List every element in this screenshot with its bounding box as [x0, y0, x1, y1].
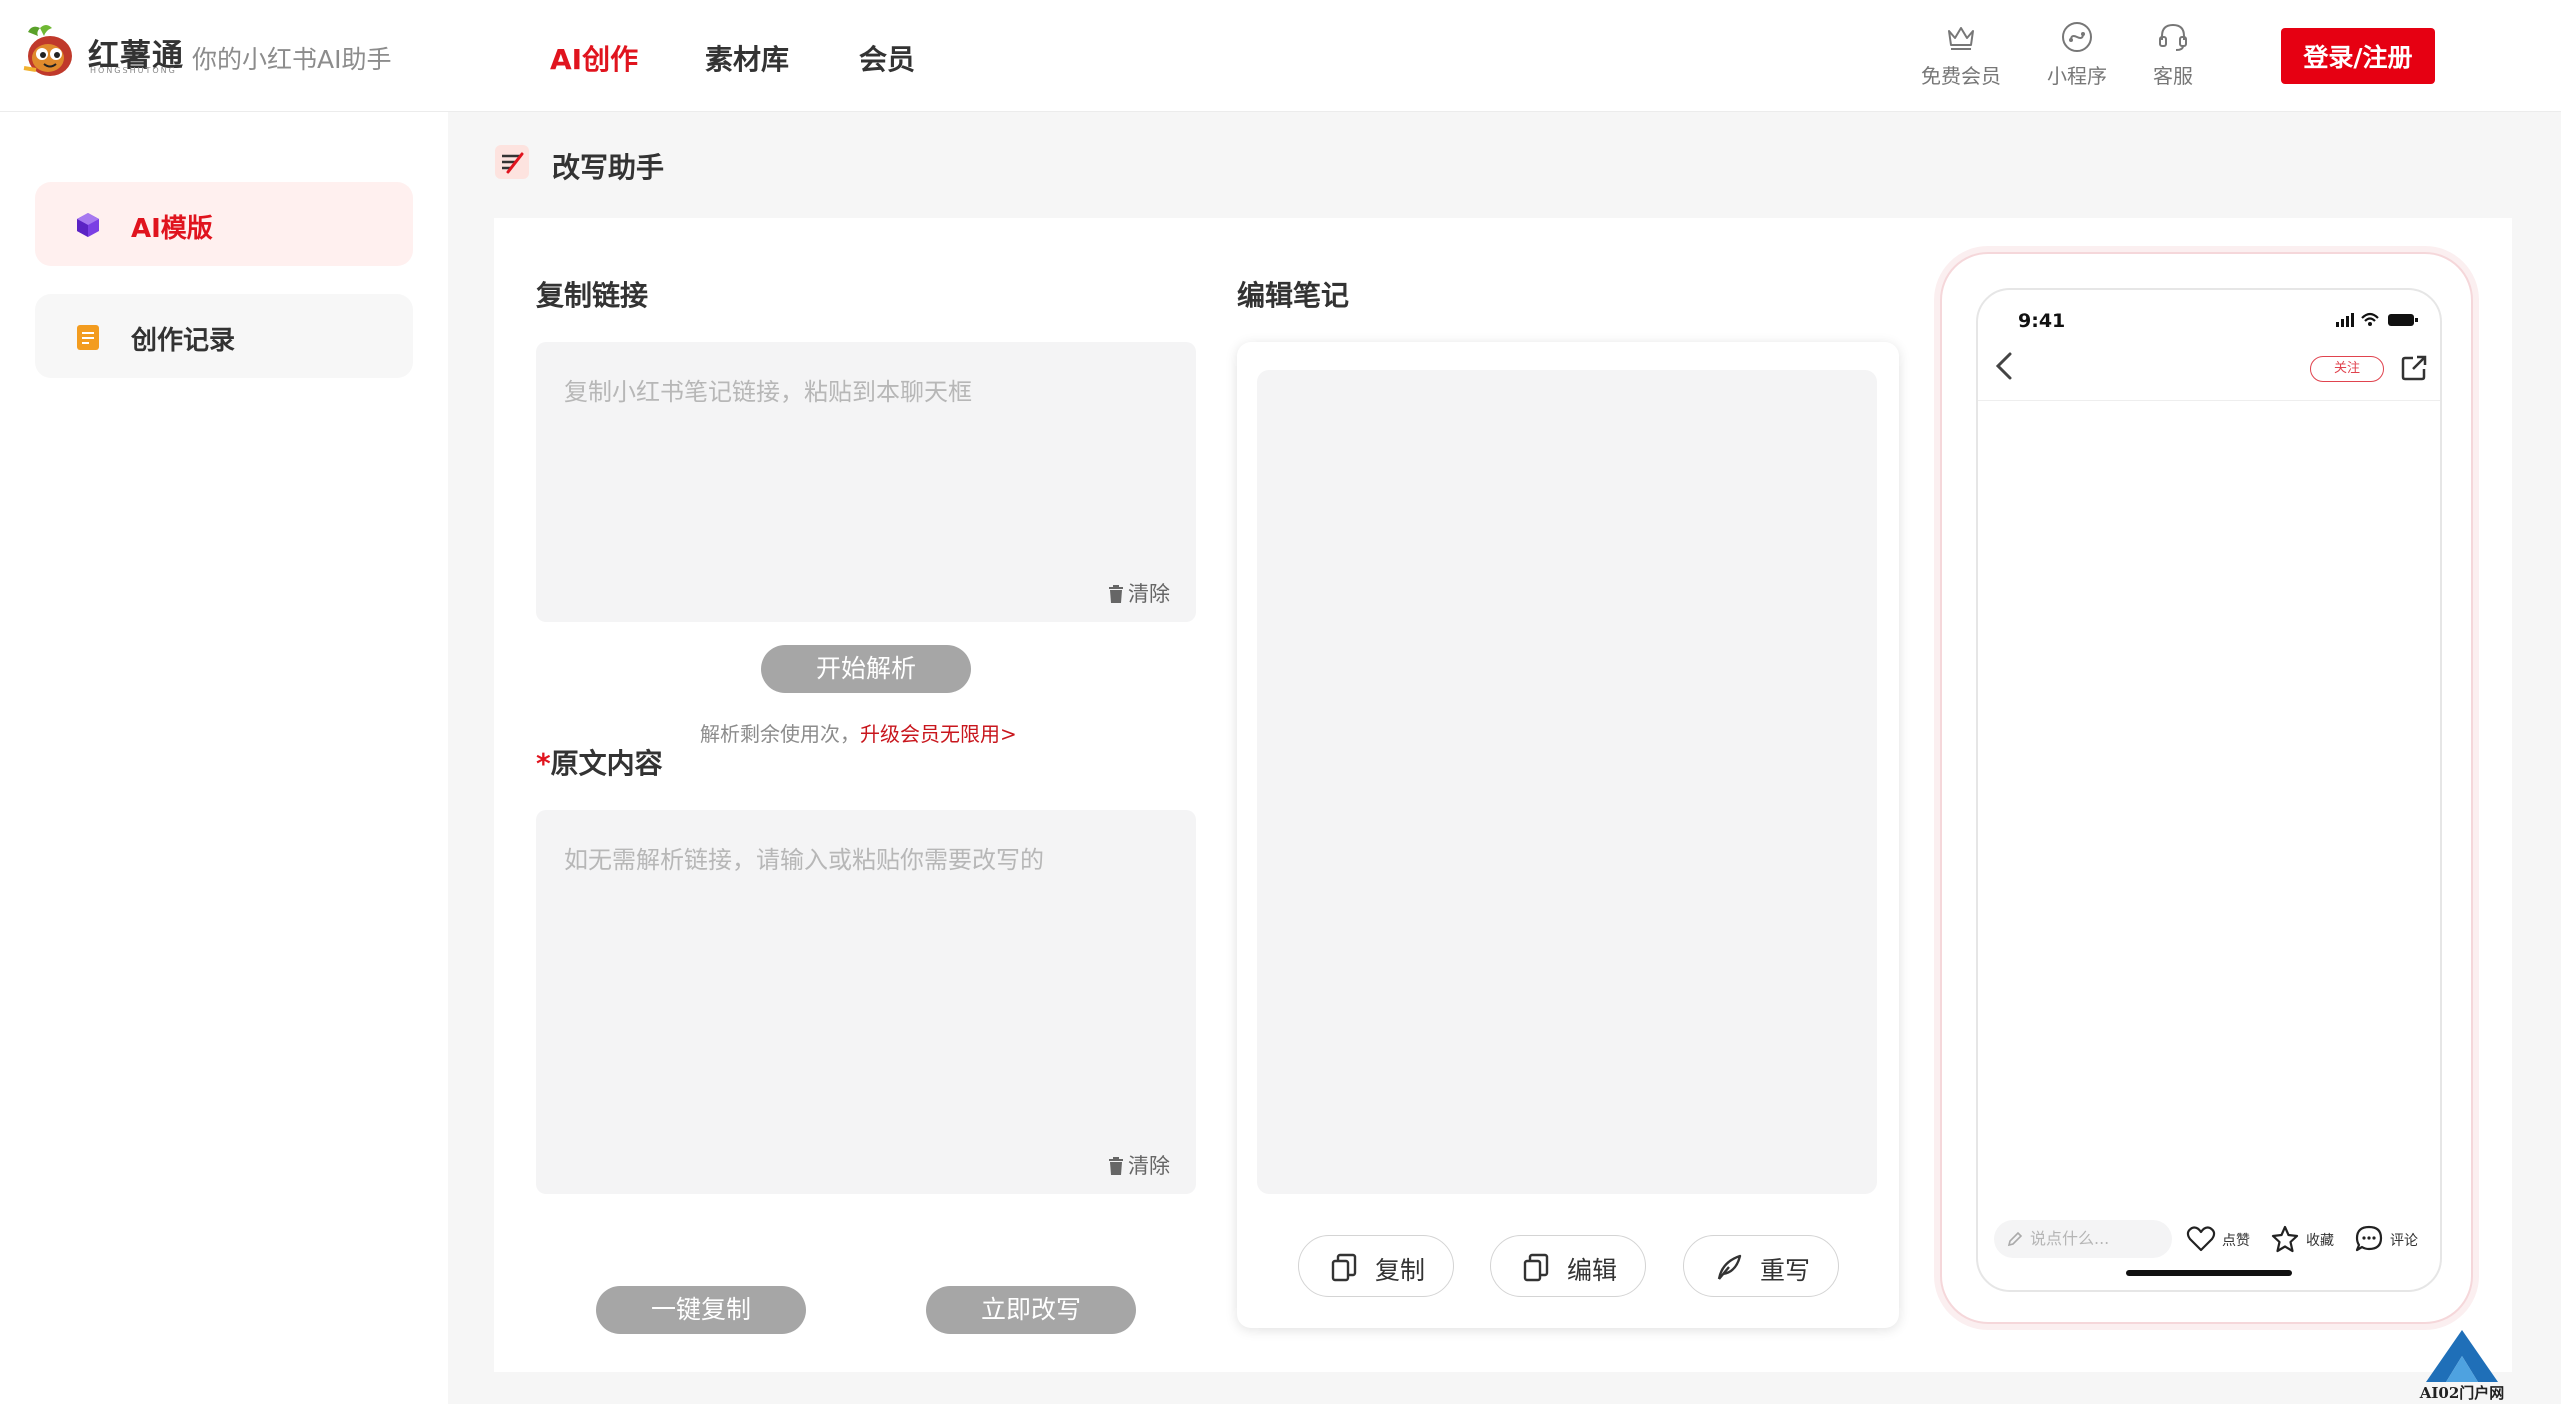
- copy-all-button[interactable]: 一键复制: [596, 1286, 806, 1334]
- copy-note-button[interactable]: 复制: [1298, 1235, 1454, 1297]
- phone-header-divider: [1978, 400, 2440, 401]
- trash-icon: [1109, 1157, 1123, 1175]
- rewrite-assistant-icon: [495, 145, 529, 179]
- top-header: 红薯通 HONGSHUTONG 你的小红书AI助手 AI创作 素材库 会员 免费…: [0, 0, 2561, 112]
- free-membership-label: 免费会员: [1921, 64, 2001, 88]
- link-input[interactable]: 复制小红书笔记链接，粘贴到本聊天框 清除: [536, 342, 1196, 622]
- copy-link-heading: 复制链接: [536, 279, 649, 312]
- star-icon: [2271, 1225, 2299, 1253]
- phone-screen: 9:41 关注 说点什么... 点赞 收藏 评论: [1976, 288, 2442, 1292]
- phone-preview: 9:41 关注 说点什么... 点赞 收藏 评论: [1940, 252, 2473, 1324]
- sidebar-item-label: AI模版: [131, 214, 213, 244]
- note-editor[interactable]: [1257, 370, 1877, 1194]
- rewrite-now-button[interactable]: 立即改写: [926, 1286, 1136, 1334]
- sidebar: AI模版 创作记录: [0, 112, 448, 1404]
- status-bar-icons: [2336, 312, 2418, 327]
- original-content-label: 原文内容: [550, 747, 663, 780]
- comment-bubble-icon: [2355, 1225, 2383, 1252]
- feather-icon: [1717, 1254, 1742, 1280]
- free-membership-link[interactable]: 免费会员: [1916, 20, 2006, 89]
- pencil-icon: [2007, 1231, 2023, 1247]
- login-register-button[interactable]: 登录/注册: [2281, 28, 2435, 84]
- clear-original-label: 清除: [1128, 1154, 1170, 1178]
- clear-original-button[interactable]: 清除: [1108, 1150, 1170, 1180]
- logo-subtitle: HONGSHUTONG: [90, 66, 177, 75]
- status-time: 9:41: [2018, 310, 2066, 332]
- mini-program-label: 小程序: [2047, 64, 2107, 88]
- mini-program-link[interactable]: 小程序: [2032, 20, 2122, 89]
- copy-icon: [1331, 1253, 1357, 1282]
- note-editor-card: 复制 编辑 重写: [1237, 342, 1899, 1328]
- collect-label: 收藏: [2306, 1233, 2334, 1249]
- rewrite-note-button[interactable]: 重写: [1683, 1235, 1839, 1297]
- slogan: 你的小红书AI助手: [192, 45, 392, 74]
- comment-label: 评论: [2390, 1233, 2418, 1249]
- crown-icon: [1948, 27, 1974, 50]
- parse-usage-hint: 解析剩余使用次，升级会员无限用>: [700, 718, 1017, 747]
- like-label: 点赞: [2222, 1233, 2250, 1249]
- sidebar-item-creation-records[interactable]: 创作记录: [35, 294, 413, 378]
- rewrite-note-label: 重写: [1760, 1256, 1811, 1285]
- customer-service-label: 客服: [2153, 64, 2193, 88]
- page-title: 改写助手: [552, 151, 665, 184]
- edit-note-label: 编辑: [1567, 1256, 1618, 1285]
- original-content-input[interactable]: 如无需解析链接，请输入或粘贴你需要改写的 清除: [536, 810, 1196, 1194]
- mini-program-icon: [2062, 22, 2092, 52]
- nav-membership[interactable]: 会员: [859, 38, 915, 78]
- headset-icon: [2159, 23, 2187, 51]
- comment-input[interactable]: 说点什么...: [1994, 1220, 2172, 1258]
- clear-link-button[interactable]: 清除: [1108, 578, 1170, 608]
- link-input-placeholder: 复制小红书笔记链接，粘贴到本聊天框: [564, 378, 972, 406]
- home-indicator: [2126, 1270, 2292, 1276]
- original-content-placeholder: 如无需解析链接，请输入或粘贴你需要改写的: [564, 846, 1044, 874]
- notepad-icon: [77, 325, 99, 350]
- customer-service-link[interactable]: 客服: [2128, 20, 2218, 89]
- sweet-potato-logo-icon[interactable]: [18, 20, 82, 84]
- watermark-text: AI02门户网: [2419, 1384, 2505, 1402]
- comment-input-placeholder: 说点什么...: [2030, 1229, 2110, 1248]
- edit-note-heading: 编辑笔记: [1237, 279, 1350, 312]
- nav-ai-create[interactable]: AI创作: [550, 38, 638, 78]
- edit-note-button[interactable]: 编辑: [1490, 1235, 1646, 1297]
- parse-usage-text: 解析剩余使用次，: [700, 722, 860, 746]
- heart-icon: [2186, 1226, 2216, 1252]
- original-content-heading: *原文内容: [536, 742, 663, 782]
- upgrade-membership-link[interactable]: 升级会员无限用>: [860, 722, 1017, 746]
- sidebar-item-label: 创作记录: [131, 326, 236, 356]
- clear-link-label: 清除: [1128, 582, 1170, 606]
- required-mark: *: [536, 747, 551, 780]
- nav-material-library[interactable]: 素材库: [705, 38, 789, 78]
- start-parse-button[interactable]: 开始解析: [761, 645, 971, 693]
- copy-note-label: 复制: [1375, 1256, 1426, 1285]
- share-icon[interactable]: [2400, 354, 2428, 382]
- follow-button[interactable]: 关注: [2310, 356, 2384, 382]
- back-arrow-icon[interactable]: [1992, 350, 2016, 382]
- sidebar-item-ai-templates[interactable]: AI模版: [35, 182, 413, 266]
- trash-icon: [1109, 585, 1123, 603]
- copy-icon: [1523, 1253, 1549, 1282]
- cube-icon: [77, 213, 99, 237]
